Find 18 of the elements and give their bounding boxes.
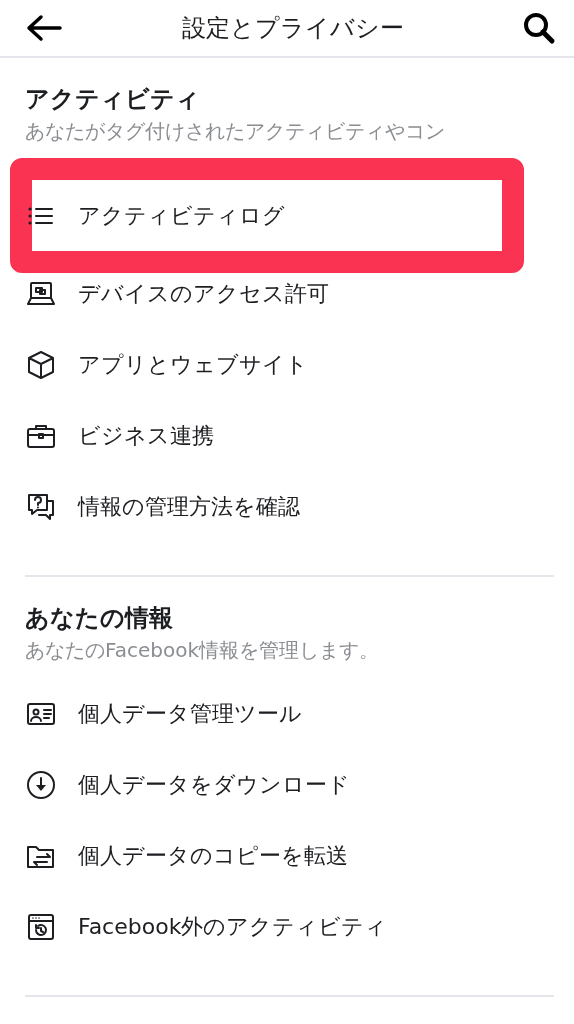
back-arrow-icon[interactable]: [24, 12, 64, 44]
menu-item[interactable]: アクティビティログ: [25, 180, 502, 251]
menu-item[interactable]: 情報の管理方法を確認: [0, 471, 574, 542]
menu-item[interactable]: 個人データのコピーを転送: [0, 820, 574, 891]
menu-item[interactable]: アプリとウェブサイト: [0, 329, 574, 400]
download-icon: [25, 768, 57, 801]
section-description: あなたのFacebook情報を管理します。: [25, 637, 380, 663]
search-icon[interactable]: [522, 11, 556, 45]
section-description: あなたがタグ付けされたアクティビティやコン: [25, 118, 446, 144]
menu-item[interactable]: Facebook外のアクティビティ: [0, 891, 574, 962]
menu-item[interactable]: デバイスのアクセス許可: [0, 258, 574, 329]
section-title: アクティビティ: [25, 84, 201, 114]
page-title: 設定とプライバシー: [182, 13, 404, 44]
cube-icon: [25, 348, 57, 381]
menu-item[interactable]: 個人データ管理ツール: [0, 678, 574, 749]
menu-item[interactable]: 個人データをダウンロード: [0, 749, 574, 820]
menu-item[interactable]: ビジネス連携: [0, 400, 574, 471]
section-title: あなたの情報: [25, 603, 174, 633]
